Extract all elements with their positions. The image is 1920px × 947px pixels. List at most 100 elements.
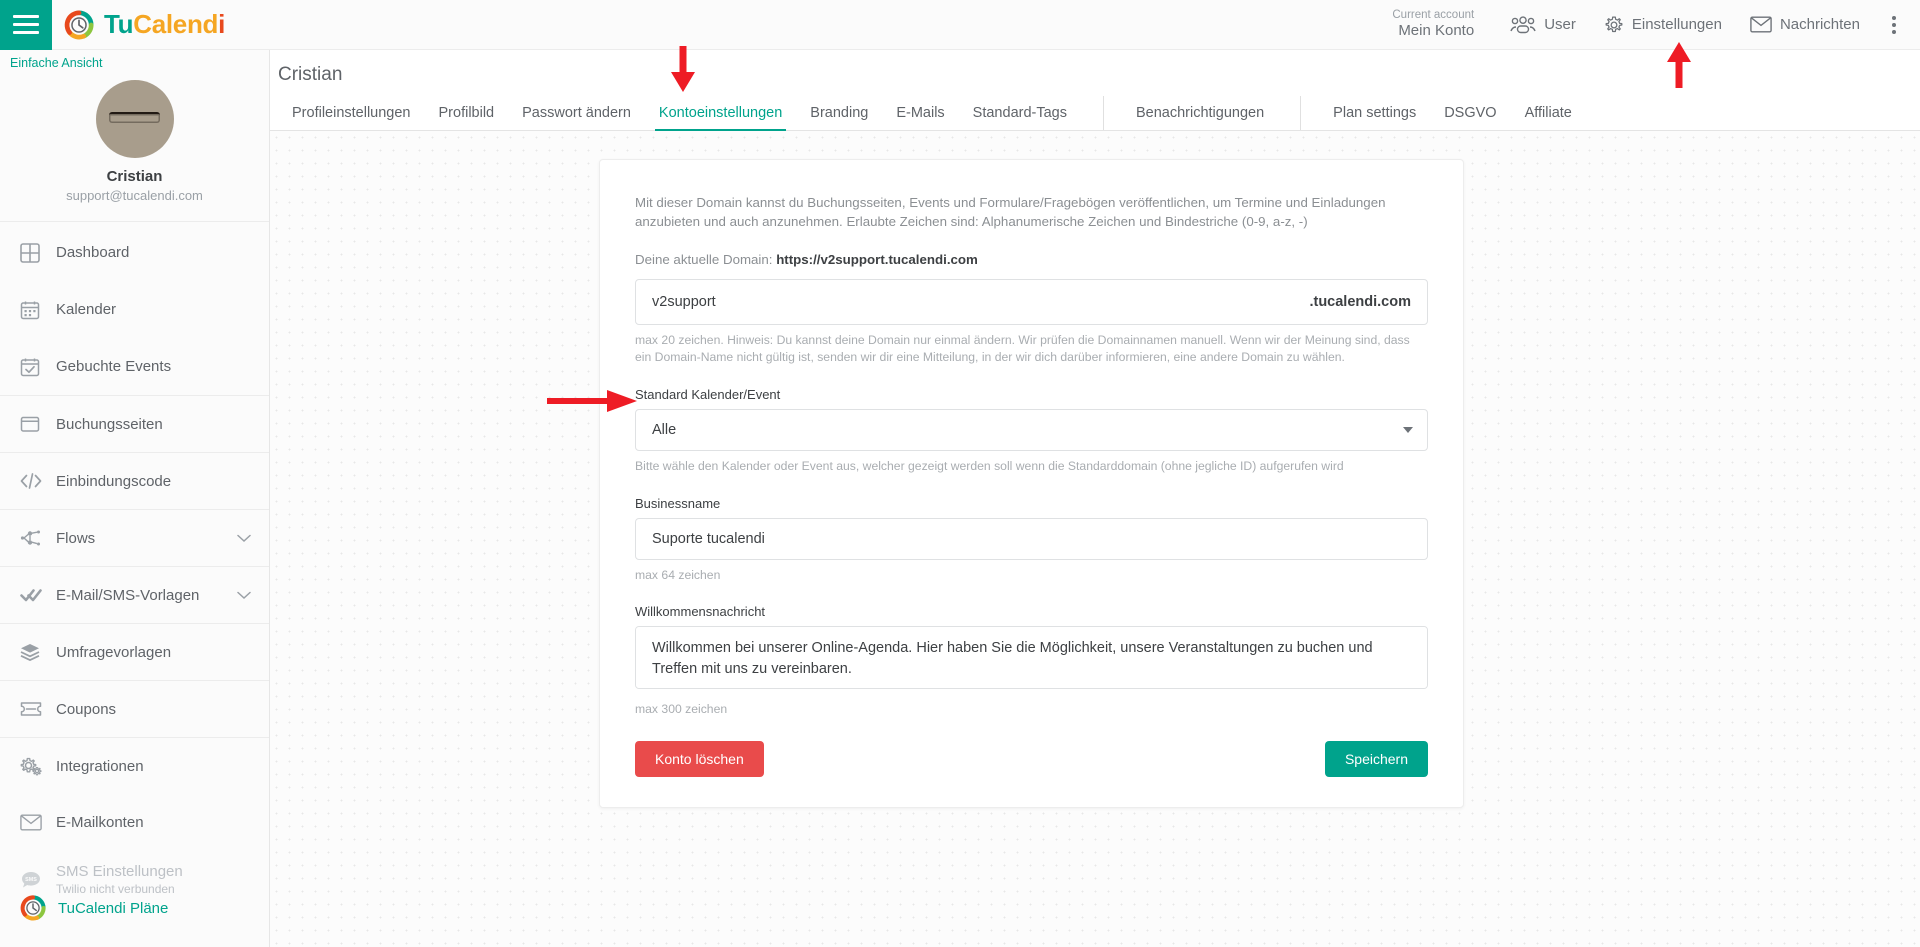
double-check-icon	[20, 586, 56, 604]
sidebar-label: Einbindungscode	[56, 473, 251, 490]
save-button[interactable]: Speichern	[1325, 741, 1428, 777]
chevron-down-icon	[237, 530, 251, 547]
calendar-select[interactable]: Alle	[635, 409, 1428, 451]
welcome-hint: max 300 zeichen	[635, 701, 1428, 719]
sidebar-label: Flows	[56, 530, 237, 547]
welcome-message-textarea[interactable]: Willkommen bei unserer Online-Agenda. Hi…	[635, 626, 1428, 689]
menu-toggle-button[interactable]	[0, 0, 52, 50]
top-header-bar: TuCalendi Current account Mein Konto Use…	[0, 0, 1920, 50]
brand-part-3: i	[218, 9, 225, 39]
tab-standard-tags[interactable]: Standard-Tags	[959, 96, 1081, 130]
business-name-input[interactable]	[635, 518, 1428, 560]
sidebar-label: Kalender	[56, 301, 251, 318]
tab-plan-settings[interactable]: Plan settings	[1300, 96, 1430, 130]
burger-line	[13, 31, 39, 34]
domain-description: Mit dieser Domain kannst du Buchungsseit…	[635, 193, 1428, 232]
svg-text:SMS: SMS	[25, 877, 37, 883]
more-options-button[interactable]	[1874, 8, 1910, 42]
sidebar-label-block: SMS Einstellungen Twilio nicht verbunden	[56, 863, 251, 895]
sidebar-item-coupons[interactable]: Coupons	[0, 680, 269, 737]
sidebar-label: Umfragevorlagen	[56, 644, 251, 661]
tucalendi-plans-link[interactable]: TuCalendi Pläne	[0, 895, 269, 947]
sidebar-item-dashboard[interactable]: Dashboard	[0, 224, 269, 281]
chevron-down-icon	[1403, 427, 1413, 433]
simple-view-link[interactable]: Einfache Ansicht	[0, 50, 269, 74]
current-account-value: Mein Konto	[1392, 22, 1474, 41]
sidebar-label: Integrationen	[56, 758, 251, 775]
nav-item-user[interactable]: User	[1496, 10, 1590, 40]
nav-label-einstellungen: Einstellungen	[1632, 16, 1722, 33]
profile-name: Cristian	[0, 168, 269, 185]
calendar-field-label: Standard Kalender/Event	[635, 387, 1428, 402]
brand-part-1: Tu	[104, 9, 133, 39]
sidebar-item-emailkonten[interactable]: E-Mailkonten	[0, 794, 269, 851]
sidebar: Einfache Ansicht Cristian support@tucale…	[0, 50, 270, 947]
tab-profilbild[interactable]: Profilbild	[425, 96, 509, 130]
sidebar-label: E-Mail/SMS-Vorlagen	[56, 587, 237, 604]
card-actions: Konto löschen Speichern	[635, 741, 1428, 777]
calendar-select-value: Alle	[652, 422, 676, 438]
calendar-check-icon	[20, 357, 56, 377]
grid-icon	[20, 243, 56, 263]
tab-branding[interactable]: Branding	[796, 96, 882, 130]
sidebar-item-umfragevorlagen[interactable]: Umfragevorlagen	[0, 623, 269, 680]
nav-item-einstellungen[interactable]: Einstellungen	[1590, 9, 1736, 41]
application-window: TuCalendi Current account Mein Konto Use…	[0, 0, 1920, 947]
sidebar-label: SMS Einstellungen	[56, 863, 251, 881]
calendar-hint: Bitte wähle den Kalender oder Event aus,…	[635, 458, 1428, 476]
nav-item-nachrichten[interactable]: Nachrichten	[1736, 10, 1874, 39]
domain-input[interactable]	[652, 294, 1309, 310]
tab-affiliate[interactable]: Affiliate	[1511, 96, 1586, 130]
tab-kontoeinstellungen[interactable]: Kontoeinstellungen	[645, 96, 796, 130]
domain-hint: max 20 zeichen. Hinweis: Du kannst deine…	[635, 332, 1428, 367]
sidebar-profile: Cristian support@tucalendi.com	[0, 74, 269, 222]
current-domain-row: Deine aktuelle Domain: https://v2support…	[635, 252, 1428, 267]
sidebar-item-sms-einstellungen[interactable]: SMS SMS Einstellungen Twilio nicht verbu…	[0, 851, 269, 895]
profile-email: support@tucalendi.com	[0, 188, 269, 203]
plans-label: TuCalendi Pläne	[58, 900, 168, 917]
avatar[interactable]	[96, 80, 174, 158]
business-hint: max 64 zeichen	[635, 567, 1428, 585]
sidebar-item-flows[interactable]: Flows	[0, 509, 269, 566]
sidebar-item-kalender[interactable]: Kalender	[0, 281, 269, 338]
tab-dsgvo[interactable]: DSGVO	[1430, 96, 1510, 130]
page-title: Cristian	[270, 50, 1920, 96]
sidebar-label: E-Mailkonten	[56, 814, 251, 831]
current-account-label: Current account	[1392, 8, 1474, 22]
account-settings-card: Mit dieser Domain kannst du Buchungsseit…	[599, 159, 1464, 808]
tab-emails[interactable]: E-Mails	[882, 96, 958, 130]
users-icon	[1510, 16, 1536, 34]
brand-logo[interactable]: TuCalendi	[64, 9, 225, 40]
sidebar-item-buchungsseiten[interactable]: Buchungsseiten	[0, 395, 269, 452]
welcome-field-label: Willkommensnachricht	[635, 604, 1428, 619]
sidebar-item-email-sms-vorlagen[interactable]: E-Mail/SMS-Vorlagen	[0, 566, 269, 623]
nav-label-user: User	[1544, 16, 1576, 33]
tab-profileinstellungen[interactable]: Profileinstellungen	[278, 96, 425, 130]
sidebar-menu: Dashboard Kalender Gebuchte Events Buchu…	[0, 222, 269, 895]
sms-bubble-icon: SMS	[20, 870, 56, 890]
sidebar-item-integrationen[interactable]: Integrationen	[0, 737, 269, 794]
tucalendi-logo-icon	[20, 895, 46, 921]
brand-text: TuCalendi	[104, 9, 225, 40]
sidebar-item-einbindungscode[interactable]: Einbindungscode	[0, 452, 269, 509]
current-domain-value: https://v2support.tucalendi.com	[776, 252, 978, 267]
delete-account-button[interactable]: Konto löschen	[635, 741, 764, 777]
content-area: Cristian Profileinstellungen Profilbild …	[270, 50, 1920, 947]
chevron-down-icon	[237, 587, 251, 604]
content-canvas: Mit dieser Domain kannst du Buchungsseit…	[270, 131, 1920, 947]
brand-part-2: Calend	[133, 9, 218, 39]
sidebar-item-gebuchte-events[interactable]: Gebuchte Events	[0, 338, 269, 395]
tab-benachrichtigungen[interactable]: Benachrichtigungen	[1103, 96, 1278, 130]
envelope-icon	[20, 814, 56, 831]
flow-icon	[20, 529, 56, 547]
business-field-label: Businessname	[635, 496, 1428, 511]
burger-line	[13, 15, 39, 18]
tab-passwort-aendern[interactable]: Passwort ändern	[508, 96, 645, 130]
current-account-display[interactable]: Current account Mein Konto	[1392, 8, 1474, 41]
kebab-dot	[1892, 30, 1896, 34]
domain-input-row[interactable]: .tucalendi.com	[635, 279, 1428, 325]
kebab-dot	[1892, 23, 1896, 27]
envelope-icon	[1750, 16, 1772, 33]
nav-label-nachrichten: Nachrichten	[1780, 16, 1860, 33]
layers-icon	[20, 642, 56, 662]
